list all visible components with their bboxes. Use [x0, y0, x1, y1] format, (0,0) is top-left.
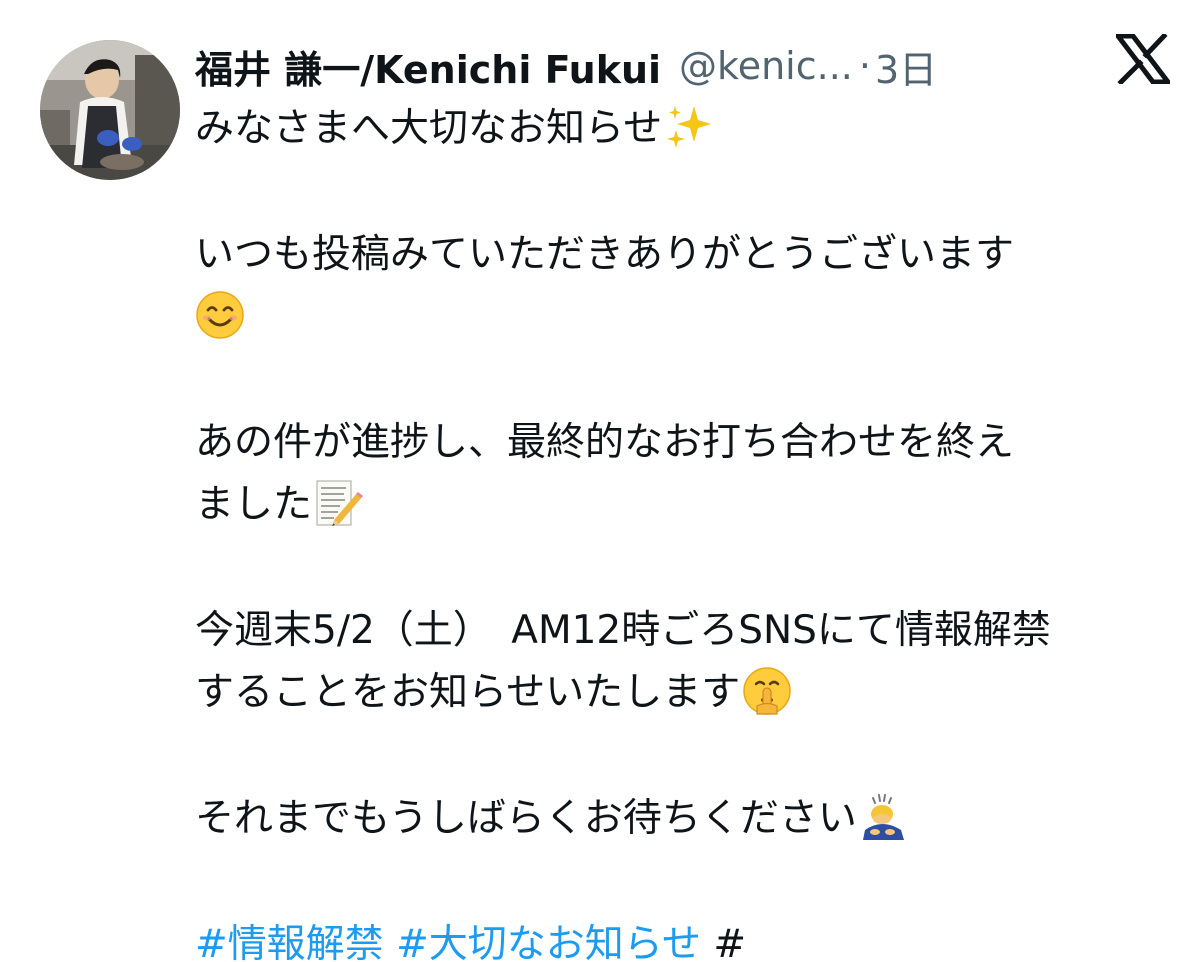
post-line: それまでもうしばらくお待ちください: [195, 788, 1175, 850]
memo-emoji: [314, 478, 364, 528]
post-text: することをお知らせいたします: [195, 670, 741, 715]
post-text: いつも投稿みていただきありがとうございます: [195, 232, 1015, 277]
hashtags-line: #情報解禁 #大切なお知らせ #: [195, 914, 1175, 962]
sparkles-emoji: [664, 102, 714, 152]
post-text: 今週末5/2（土） AM12時ごろSNSにて情報解禁: [195, 608, 1051, 653]
post-line: [195, 286, 1175, 348]
hashtag-link[interactable]: #情報解禁: [195, 922, 384, 962]
display-name[interactable]: 福井 謙一/Kenichi Fukui: [195, 39, 661, 94]
post-line: することをお知らせいたします: [195, 662, 1175, 724]
user-handle[interactable]: @kenic...: [679, 44, 853, 88]
smiling-face-emoji: [195, 290, 245, 340]
post: 福井 謙一/Kenichi Fukui @kenic... · 3日 みなさまへ…: [0, 0, 1200, 962]
x-logo-icon[interactable]: [1112, 32, 1174, 86]
post-timestamp[interactable]: 3日: [875, 39, 937, 94]
post-text: それまでもうしばらくお待ちください: [195, 796, 857, 841]
post-line: いつも投稿みていただきありがとうございます: [195, 224, 1175, 286]
hash-symbol: #: [713, 922, 747, 962]
separator-dot: ·: [858, 44, 871, 88]
avatar-photo: [40, 40, 180, 180]
post-text: みなさまへ大切なお知らせ: [195, 106, 663, 151]
post-text: あの件が進捗し、最終的なお打ち合わせを終え: [195, 420, 1015, 465]
post-line: あの件が進捗し、最終的なお打ち合わせを終え: [195, 412, 1175, 474]
shushing-face-emoji: [742, 666, 792, 716]
avatar[interactable]: [40, 40, 180, 180]
bowing-person-emoji: [859, 792, 909, 842]
post-line: みなさまへ大切なお知らせ: [195, 98, 1175, 160]
post-body: みなさまへ大切なお知らせ いつも投稿みていただきありがとうございます あの件が進…: [195, 98, 1175, 962]
post-line: 今週末5/2（土） AM12時ごろSNSにて情報解禁: [195, 600, 1175, 662]
post-text: ました: [195, 482, 313, 527]
post-header: 福井 謙一/Kenichi Fukui @kenic... · 3日: [195, 38, 937, 94]
post-line: ました: [195, 474, 1175, 536]
hashtag-link[interactable]: #大切なお知らせ: [396, 922, 701, 962]
